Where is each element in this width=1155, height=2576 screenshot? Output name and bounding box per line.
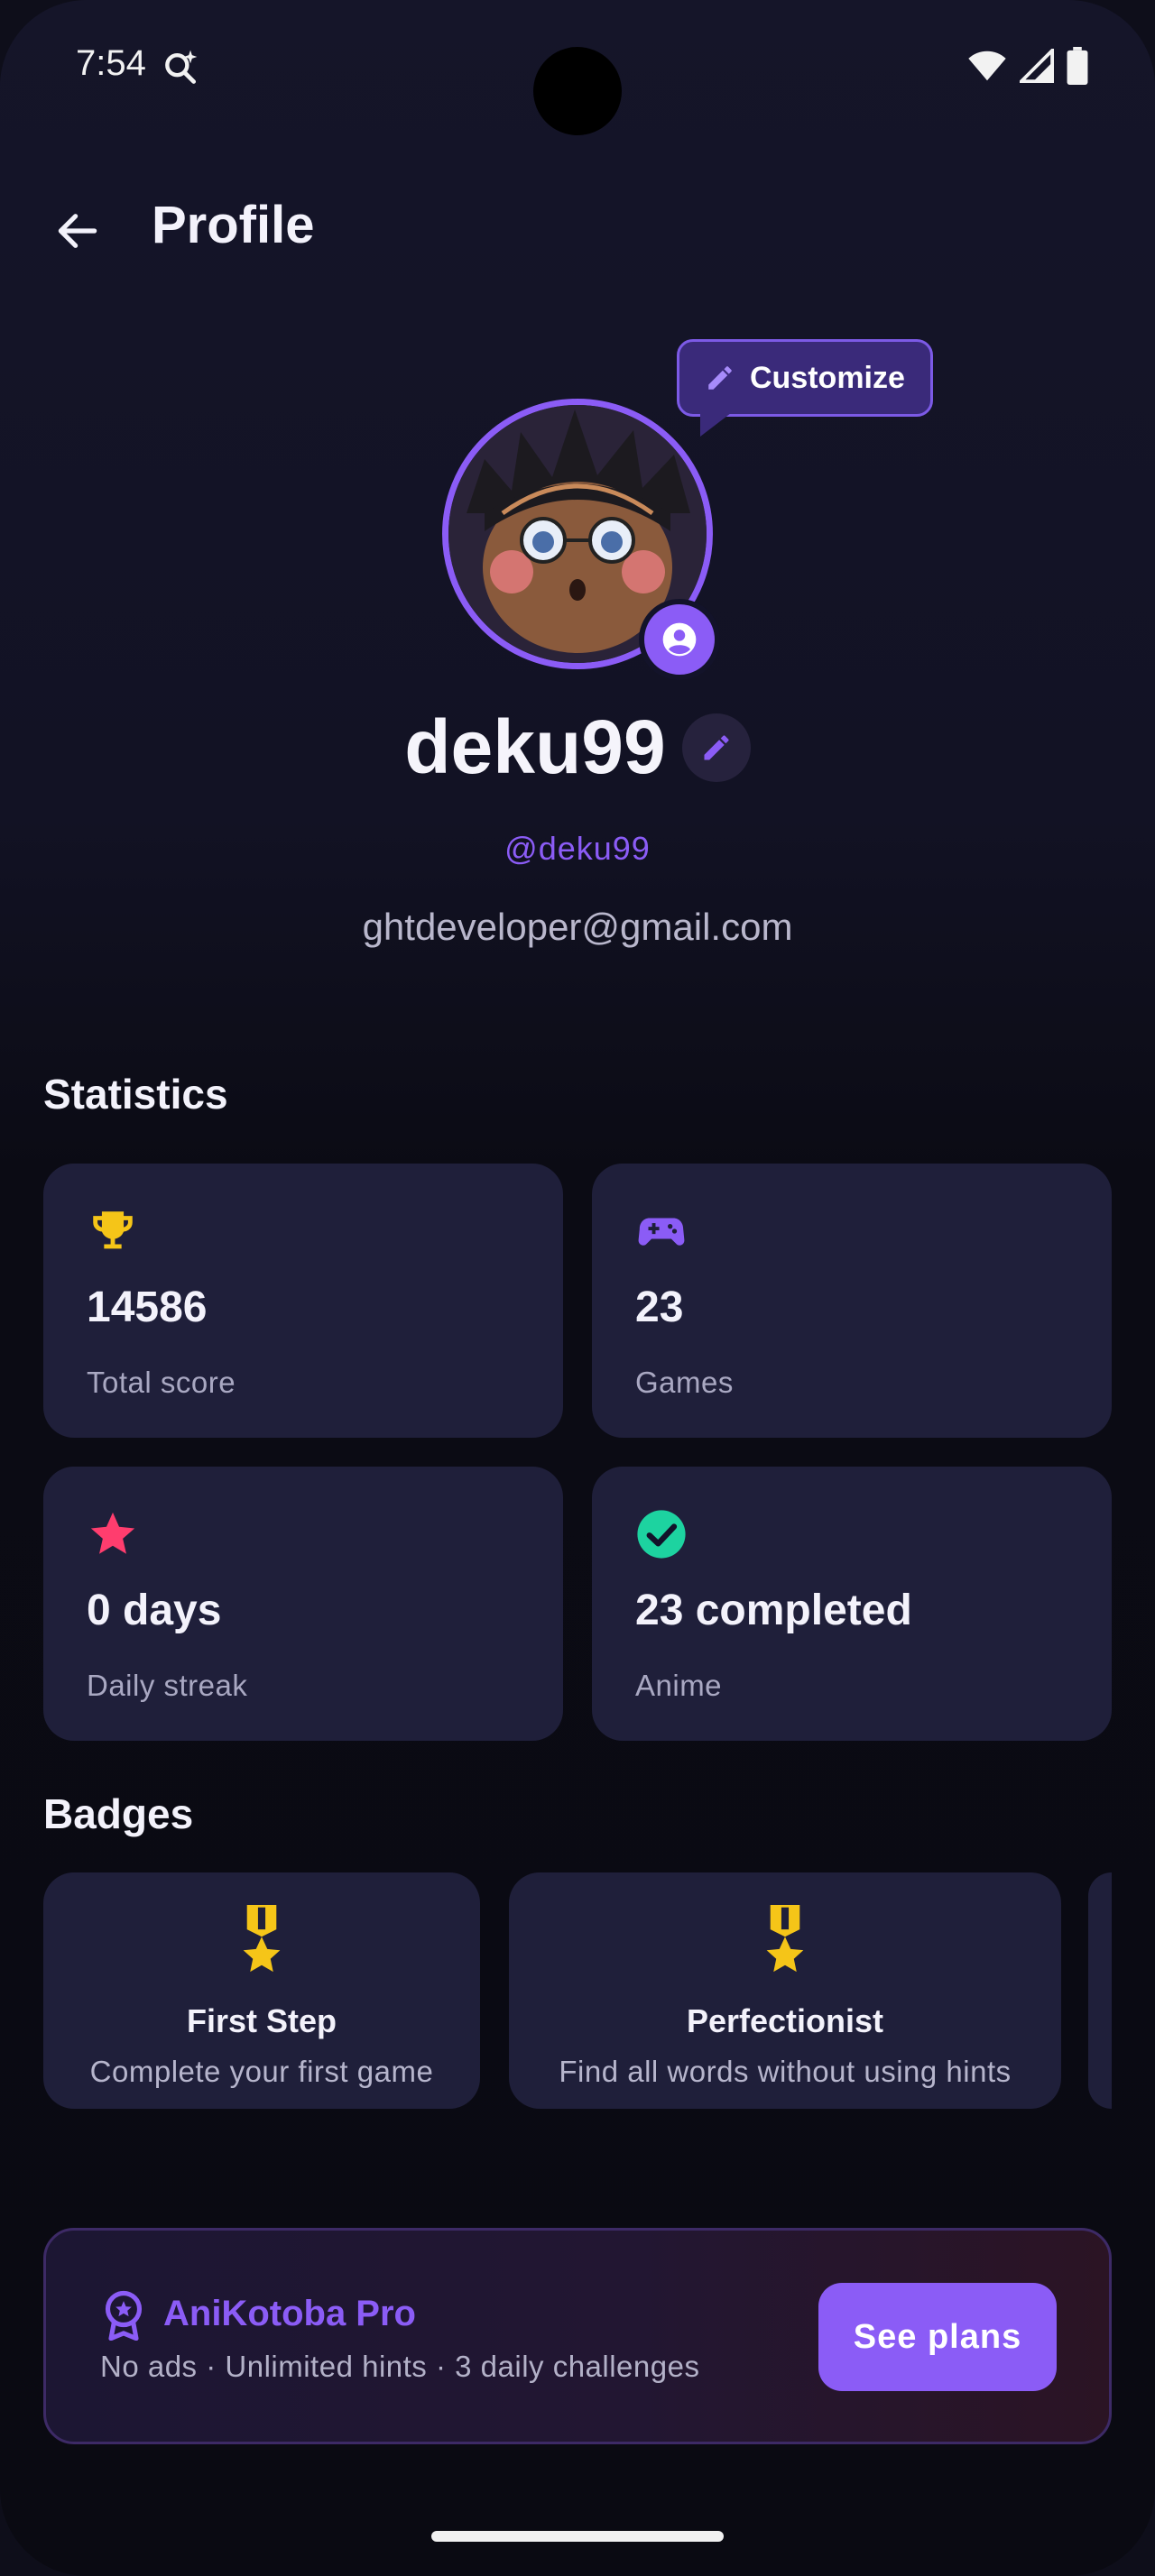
change-avatar-button[interactable] [639,599,720,680]
trophy-icon [93,1211,133,1249]
page-title: Profile [152,196,315,254]
award-ribbon-icon [105,2290,143,2341]
username: deku99 [404,704,666,789]
stat-card-games: 23 Games [592,1164,1112,1438]
star-icon [90,1512,135,1554]
user-email: ghtdeveloper@gmail.com [362,906,793,948]
badge-description: Find all words without using hints [559,2055,1012,2088]
search-sparkle-icon [165,50,198,84]
edit-username-button[interactable] [681,713,751,782]
badge-card-first-step[interactable]: First Step Complete your first game [43,1872,480,2109]
pro-banner: AniKotoba Pro No ads · Unlimited hints ·… [43,2228,1112,2444]
status-time: 7:54 [76,43,146,83]
status-icons [967,47,1088,85]
camera-cutout [533,47,622,135]
stat-value: 14586 [87,1283,208,1331]
user-handle: @deku99 [504,830,651,867]
badge-name: Perfectionist [686,2002,884,2039]
signal-icon [1020,49,1054,83]
badge-card-perfectionist[interactable]: Perfectionist Find all words without usi… [509,1872,1061,2109]
badge-name: First Step [186,2002,337,2039]
customize-tail [700,413,731,437]
customize-button[interactable]: Customize [677,339,933,417]
stat-value: 23 completed [635,1587,912,1634]
statistics-title: Statistics [43,1071,228,1118]
stat-label: Anime [635,1669,723,1702]
stat-label: Daily streak [87,1669,248,1702]
stat-label: Total score [87,1366,236,1399]
status-bar: 7:54 [0,0,1155,135]
check-circle-icon [637,1510,686,1559]
battery-icon [1067,47,1088,85]
badge-description: Complete your first game [89,2055,434,2088]
pro-description: No ads · Unlimited hints · 3 daily chall… [100,2350,700,2383]
pro-title: AniKotoba Pro [163,2294,416,2333]
user-circle-icon [662,622,697,657]
badge-card-partial[interactable] [1088,1872,1112,2109]
screen: 7:54 Profile Customize deku99 @deku99 gh… [0,0,1155,2576]
stat-card-total-score: 14586 Total score [43,1164,563,1438]
wifi-icon [968,51,1006,81]
badges-title: Badges [43,1790,194,1837]
back-button[interactable] [45,198,110,263]
medal-icon [766,1905,804,1973]
gamepad-icon [638,1218,685,1246]
stat-label: Games [635,1366,734,1399]
stat-card-daily-streak: 0 days Daily streak [43,1467,563,1741]
arrow-left-icon [58,214,97,248]
customize-label: Customize [750,360,905,395]
username-row: deku99 [0,704,1155,791]
see-plans-button[interactable]: See plans [818,2283,1057,2391]
medal-icon [243,1905,281,1973]
home-indicator[interactable] [431,2531,724,2542]
stat-value: 23 [635,1283,684,1331]
pencil-icon [708,366,732,390]
stat-value: 0 days [87,1587,222,1634]
pencil-icon [704,734,729,759]
stat-card-anime: 23 completed Anime [592,1467,1112,1741]
